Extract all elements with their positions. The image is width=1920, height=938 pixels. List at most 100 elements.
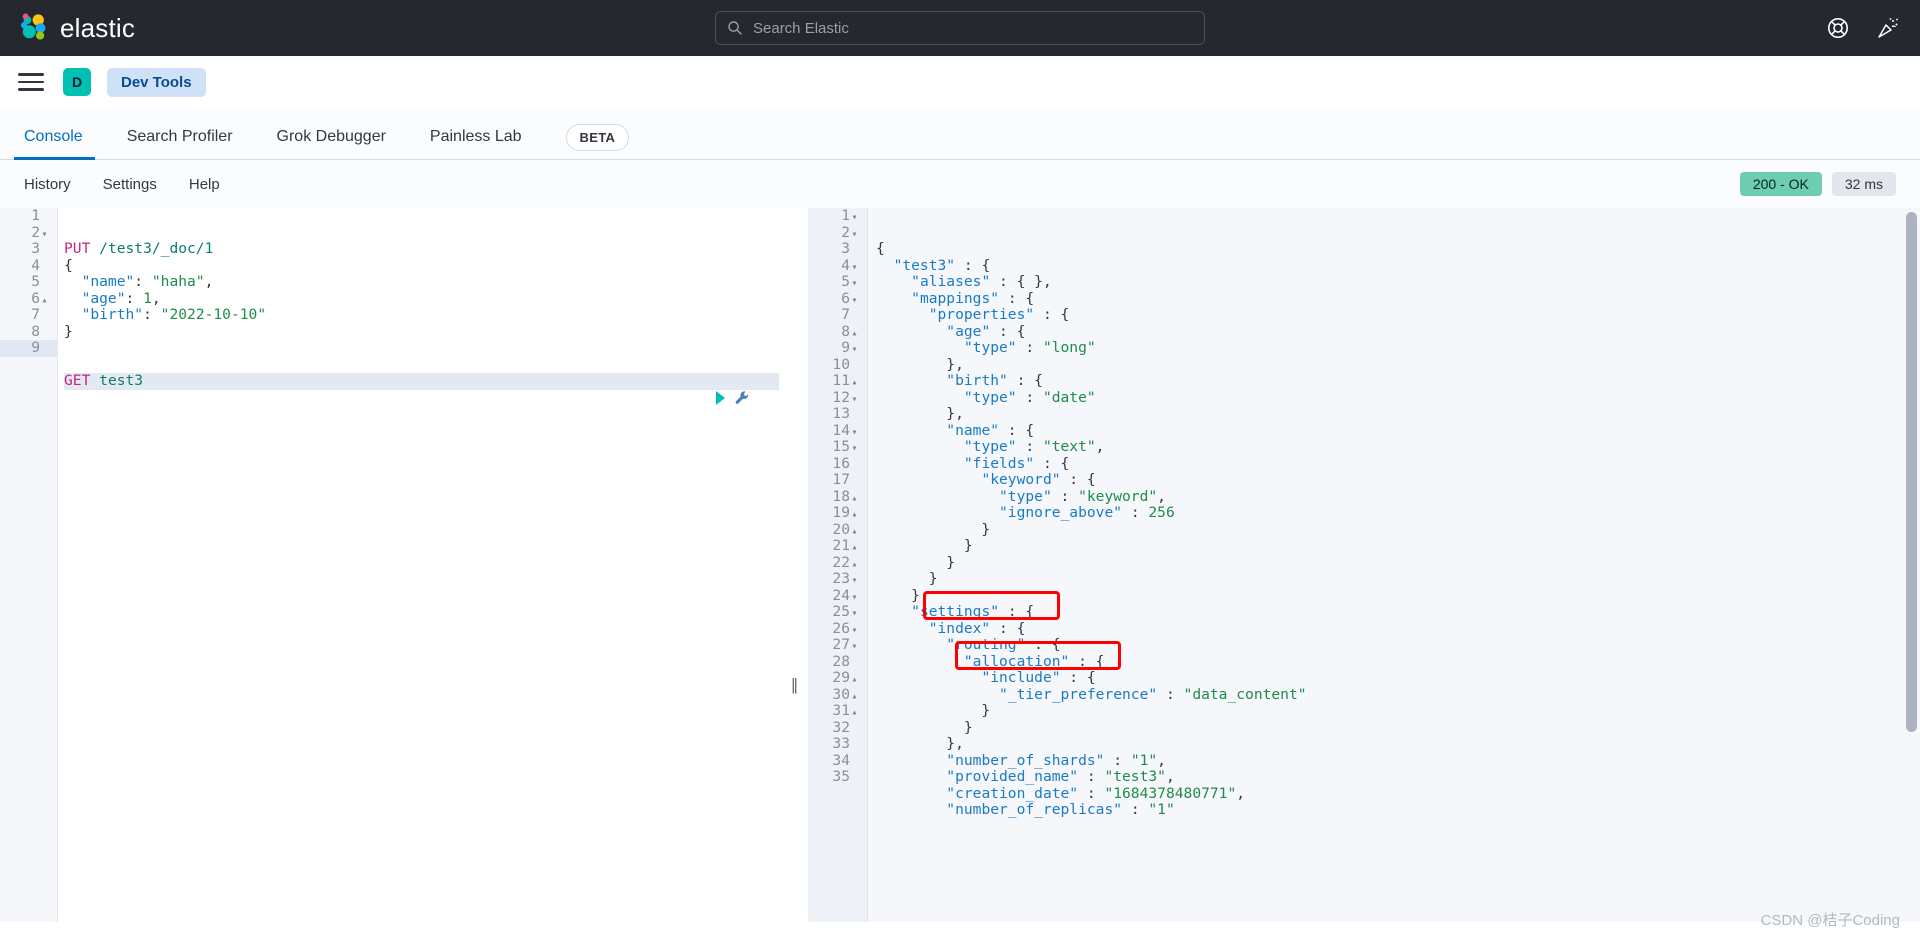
code-line[interactable]: }: [876, 521, 1920, 539]
request-editor[interactable]: 1 2▾ 3 4 5 6▴ 7 8 9 PUT /test3/_doc/1{ "name": "…: [0, 208, 779, 922]
watermark: CSDN @桔子Coding: [1760, 912, 1900, 929]
wrench-settings-icon[interactable]: [735, 390, 751, 406]
play-run-icon[interactable]: [716, 390, 725, 405]
line-number: 7: [31, 306, 40, 323]
code-line[interactable]: },: [876, 405, 1920, 423]
line-number: 29▴: [808, 669, 867, 687]
tab-search-profiler[interactable]: Search Profiler: [127, 129, 233, 159]
line-number: 11▴: [808, 372, 867, 390]
request-code[interactable]: PUT /test3/_doc/1{ "name": "haha", "age"…: [58, 208, 779, 922]
brand[interactable]: elastic: [0, 13, 135, 44]
line-number: 2▾: [808, 224, 867, 242]
history-button[interactable]: History: [24, 176, 71, 193]
response-editor[interactable]: 1▾ 2▾ 3 4▾ 5▾ 6▾ 7 8▴ 9▾ 10 11▴ 12▾ 13 14▾ 15▾ 16 17 18▴ 1…: [808, 208, 1920, 922]
code-line[interactable]: "index" : {: [876, 620, 1920, 638]
line-number: 15▾: [808, 438, 867, 456]
global-search[interactable]: [715, 11, 1205, 45]
duration-badge: 32 ms: [1831, 172, 1896, 196]
tab-grok-debugger[interactable]: Grok Debugger: [277, 129, 386, 159]
code-line[interactable]: "properties" : {: [876, 306, 1920, 324]
code-line[interactable]: "name": "haha",: [64, 273, 779, 291]
code-line[interactable]: }: [876, 719, 1920, 737]
code-line[interactable]: "allocation" : {: [876, 653, 1920, 671]
code-line[interactable]: [64, 340, 779, 357]
code-line[interactable]: "settings" : {: [876, 603, 1920, 621]
status-group: 200 - OK 32 ms: [1739, 172, 1896, 196]
code-line[interactable]: },: [876, 735, 1920, 753]
console-toolbar: History Settings Help 200 - OK 32 ms: [0, 160, 1920, 208]
code-line[interactable]: {: [64, 257, 779, 275]
hamburger-menu-icon[interactable]: [18, 73, 44, 91]
line-number: 9: [0, 339, 57, 357]
code-line[interactable]: }: [876, 570, 1920, 588]
code-line[interactable]: "creation_date" : "1684378480771",: [876, 785, 1920, 803]
code-line[interactable]: GET test3: [64, 372, 779, 405]
code-line[interactable]: "include" : {: [876, 669, 1920, 687]
help-button[interactable]: Help: [189, 176, 220, 193]
line-number: 4: [31, 256, 40, 274]
line-number: 23▾: [808, 570, 867, 588]
line-number: 12▾: [808, 389, 867, 407]
code-line[interactable]: "birth" : {: [876, 372, 1920, 390]
code-line[interactable]: "keyword" : {: [876, 471, 1920, 489]
code-line[interactable]: "test3" : {: [876, 257, 1920, 275]
code-line[interactable]: "mappings" : {: [876, 290, 1920, 308]
line-number: 8▴: [808, 323, 867, 341]
line-number: 5: [31, 273, 40, 290]
breadcrumb-bar: D Dev Tools: [0, 56, 1920, 108]
code-line[interactable]: "provided_name" : "test3",: [876, 768, 1920, 786]
search-input[interactable]: [753, 19, 1193, 37]
line-number: 1: [31, 208, 40, 224]
tab-bar: Console Search Profiler Grok Debugger Pa…: [0, 108, 1920, 160]
tab-painless-lab[interactable]: Painless Lab: [430, 129, 522, 159]
breadcrumb-dev-tools[interactable]: Dev Tools: [107, 67, 206, 97]
code-line[interactable]: "birth": "2022-10-10": [64, 306, 779, 324]
code-line[interactable]: PUT /test3/_doc/1: [64, 240, 779, 258]
code-line[interactable]: "routing" : {: [876, 636, 1920, 654]
space-avatar[interactable]: D: [63, 68, 91, 96]
confetti-news-icon[interactable]: [1876, 16, 1900, 40]
line-number: 13: [832, 405, 850, 422]
code-line[interactable]: {: [876, 240, 1920, 258]
code-line[interactable]: },: [876, 356, 1920, 374]
code-line[interactable]: }: [876, 554, 1920, 572]
response-gutter: 1▾ 2▾ 3 4▾ 5▾ 6▾ 7 8▴ 9▾ 10 11▴ 12▾ 13 14▾ 15▾ 16 17 18▴ 1…: [808, 208, 868, 922]
code-line[interactable]: "number_of_shards" : "1",: [876, 752, 1920, 770]
code-line[interactable]: [64, 357, 779, 374]
line-number: 7: [841, 306, 850, 323]
code-line[interactable]: "number_of_replicas" : "1": [876, 801, 1920, 819]
code-line[interactable]: "age": 1,: [64, 290, 779, 308]
code-line[interactable]: "aliases" : { },: [876, 273, 1920, 291]
code-line[interactable]: "name" : {: [876, 422, 1920, 440]
search-icon: [728, 21, 742, 35]
tab-console[interactable]: Console: [14, 129, 95, 160]
lifebuoy-help-icon[interactable]: [1826, 16, 1850, 40]
line-number: 16: [832, 454, 850, 472]
code-line[interactable]: "ignore_above" : 256: [876, 504, 1920, 522]
code-line[interactable]: "fields" : {: [876, 455, 1920, 473]
request-gutter: 1 2▾ 3 4 5 6▴ 7 8 9: [0, 208, 58, 922]
response-scrollbar[interactable]: [1906, 208, 1917, 922]
line-number: 3: [31, 240, 40, 257]
settings-button[interactable]: Settings: [103, 176, 157, 193]
scrollbar-thumb[interactable]: [1906, 212, 1917, 732]
line-number: 28: [832, 652, 850, 670]
top-header-bar: elastic: [0, 0, 1920, 56]
code-line[interactable]: }: [876, 702, 1920, 720]
line-number: 22▴: [808, 554, 867, 572]
code-line[interactable]: "type" : "long": [876, 339, 1920, 357]
line-number: 35: [832, 768, 850, 785]
line-number: 18▴: [808, 488, 867, 506]
code-line[interactable]: },: [876, 587, 1920, 605]
code-line[interactable]: "_tier_preference" : "data_content": [876, 686, 1920, 704]
code-line[interactable]: "type" : "date": [876, 389, 1920, 407]
line-number: 24▾: [808, 587, 867, 605]
editor-splitter[interactable]: ||: [779, 208, 808, 922]
code-line[interactable]: }: [876, 537, 1920, 555]
code-line[interactable]: "type" : "text",: [876, 438, 1920, 456]
line-number: 8: [31, 322, 40, 340]
code-line[interactable]: }: [64, 323, 779, 341]
code-line[interactable]: "age" : {: [876, 323, 1920, 341]
run-controls[interactable]: [716, 390, 751, 406]
code-line[interactable]: "type" : "keyword",: [876, 488, 1920, 506]
